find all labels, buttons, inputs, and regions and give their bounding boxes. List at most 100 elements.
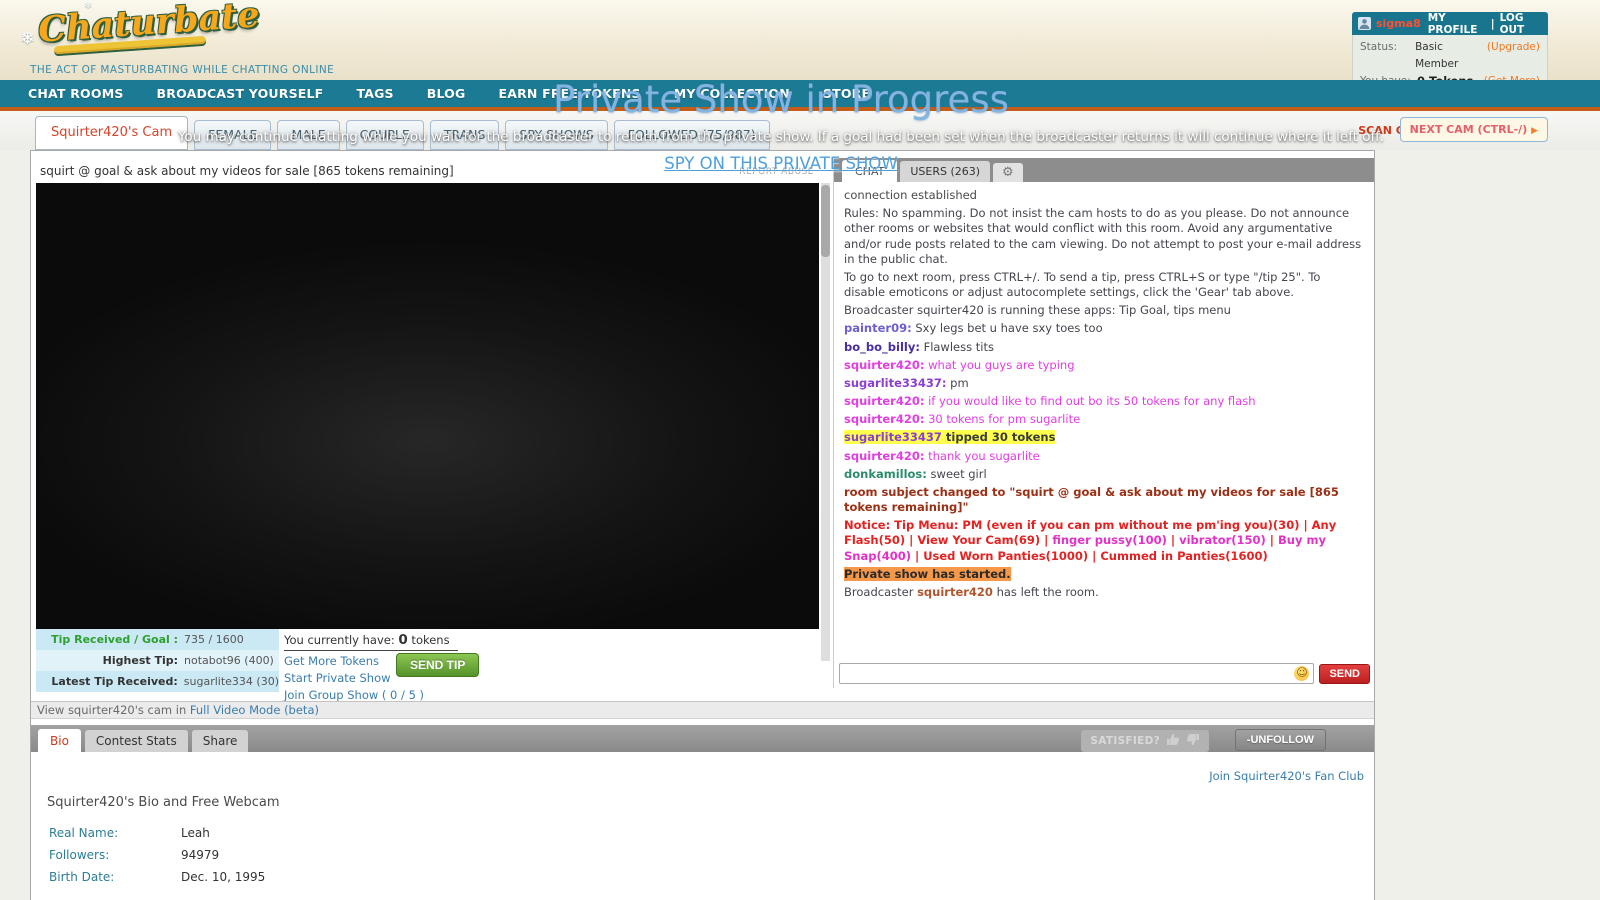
tip-goal-value: 735 / 1600 <box>184 629 244 650</box>
chat-message: Rules: No spamming. Do not insist the ca… <box>844 206 1365 267</box>
chat-input[interactable] <box>840 665 1294 682</box>
chat-message: donkamillos: sweet girl <box>844 467 1365 482</box>
chat-text: Used Worn Panties(1000) <box>923 549 1088 563</box>
chat-username[interactable]: squirter420: <box>844 358 924 372</box>
chat-panel: CHAT USERS (263) ⚙ connection establishe… <box>833 158 1374 688</box>
next-cam-button[interactable]: NEXT CAM (CTRL-/) ▶ <box>1400 117 1548 142</box>
chat-text: room subject changed to "squirt @ goal &… <box>844 485 1339 514</box>
chat-message: bo_bo_billy: Flawless tits <box>844 340 1365 355</box>
nav-tags[interactable]: TAGS <box>356 86 393 101</box>
smiley-icon[interactable]: ☺ <box>1294 666 1309 681</box>
chat-input-row: ☺ SEND <box>835 659 1374 688</box>
tip-stat-row: Latest Tip Received: sugarlite334 (30) <box>36 671 279 692</box>
log-out-link[interactable]: LOG OUT <box>1500 12 1542 36</box>
tip-stats-table: Tip Received / Goal : 735 / 1600 Highest… <box>36 629 279 692</box>
chat-input-wrap: ☺ <box>839 663 1314 684</box>
upgrade-link[interactable]: (Upgrade) <box>1487 39 1540 73</box>
tip-goal-label: Tip Received / Goal : <box>36 629 184 650</box>
nav-broadcast-yourself[interactable]: BROADCAST YOURSELF <box>157 86 324 101</box>
thumbs-down-icon[interactable] <box>1186 733 1200 749</box>
tab-couple[interactable]: COUPLE <box>346 120 424 150</box>
full-video-mode-bar: View squirter420's cam in Full Video Mod… <box>31 701 1374 719</box>
thumbs-up-icon[interactable] <box>1166 733 1180 749</box>
main-nav: CHAT ROOMS BROADCAST YOURSELF TAGS BLOG … <box>0 80 1600 107</box>
highest-tip-value: notabot96 (400) <box>184 650 274 671</box>
chat-text: if you would like to find out bo its 50 … <box>924 394 1255 408</box>
chat-text: | <box>1167 533 1179 547</box>
tab-current-cam[interactable]: Squirter420's Cam <box>35 116 188 150</box>
join-fan-club-link[interactable]: Join Squirter420's Fan Club <box>1209 769 1364 783</box>
chat-message: sugarlite33437: pm <box>844 376 1365 391</box>
status-label: Status: <box>1360 39 1415 73</box>
send-tip-button[interactable]: SEND TIP <box>396 653 479 677</box>
site-tagline: THE ACT OF MASTURBATING WHILE CHATTING O… <box>30 64 334 76</box>
my-profile-link[interactable]: MY PROFILE <box>1428 12 1486 36</box>
tip-stat-row: Tip Received / Goal : 735 / 1600 <box>36 629 279 650</box>
chat-text: To go to next room, press CTRL+/. To sen… <box>844 270 1320 299</box>
tab-share[interactable]: Share <box>192 730 249 752</box>
chat-text: Rules: No spamming. Do not insist the ca… <box>844 206 1361 266</box>
bio-field-birth-date: Birth Date: Dec. 10, 1995 <box>49 869 265 885</box>
chat-text: | <box>911 549 923 563</box>
full-video-mode-link[interactable]: Full Video Mode (beta) <box>190 703 319 717</box>
chaturbate-logo[interactable]: ❄ ❄ ❄ Chaturbate <box>24 2 234 64</box>
tab-spy-shows[interactable]: SPY SHOWS <box>505 120 607 150</box>
satisfied-rating: SATISFIED? <box>1081 730 1209 752</box>
join-group-show-link[interactable]: Join Group Show ( 0 / 5 ) <box>284 688 484 702</box>
chat-username[interactable]: squirter420: <box>844 394 924 408</box>
chat-username[interactable]: sugarlite33437 <box>844 430 942 444</box>
latest-tip-value: sugarlite334 (30) <box>184 671 279 692</box>
chat-text: Broadcaster squirter420 is running these… <box>844 303 1231 317</box>
fullmode-prefix: View squirter420's cam in <box>37 703 190 717</box>
satisfied-label: SATISFIED? <box>1090 735 1160 747</box>
chat-username[interactable]: donkamillos: <box>844 467 927 481</box>
nav-blog[interactable]: BLOG <box>427 86 466 101</box>
chat-message: squirter420: if you would like to find o… <box>844 394 1365 409</box>
bio-heading: Squirter420's Bio and Free Webcam <box>47 795 279 810</box>
chat-username[interactable]: squirter420: <box>844 412 924 426</box>
nav-earn-free-tokens[interactable]: EARN FREE TOKENS <box>498 86 640 101</box>
tab-followed[interactable]: FOLLOWED (75/987) <box>614 120 770 150</box>
status-value: Basic Member <box>1415 39 1487 73</box>
play-arrow-icon: ▶ <box>1531 126 1538 136</box>
chat-message: squirter420: 30 tokens for pm sugarlite <box>844 412 1365 427</box>
chat-username[interactable]: bo_bo_billy: <box>844 340 920 354</box>
latest-tip-label: Latest Tip Received: <box>36 671 184 692</box>
chat-text: what you guys are typing <box>924 358 1074 372</box>
spy-on-private-show-link[interactable]: SPY ON THIS PRIVATE SHOW <box>0 154 1562 173</box>
chat-text: Cummed in Panties(1600) <box>1100 549 1267 563</box>
page: ❄ ❄ ❄ Chaturbate THE ACT OF MASTURBATING… <box>0 0 1600 900</box>
bio-field-followers: Followers: 94979 <box>49 847 219 863</box>
chat-username[interactable]: squirter420: <box>844 449 924 463</box>
chat-text: Broadcaster <box>844 585 917 599</box>
chat-username[interactable]: painter09: <box>844 321 912 335</box>
nav-my-collection[interactable]: MY COLLECTION <box>674 86 790 101</box>
unfollow-button[interactable]: -UNFOLLOW <box>1235 729 1326 751</box>
chat-messages: connection establishedRules: No spamming… <box>835 182 1374 659</box>
chat-scrollbar-thumb[interactable] <box>821 185 830 257</box>
nav-chat-rooms[interactable]: CHAT ROOMS <box>28 86 124 101</box>
tab-male[interactable]: MALE <box>277 120 339 150</box>
chat-send-button[interactable]: SEND <box>1319 664 1370 684</box>
user-box-header: sigma8 MY PROFILE | LOG OUT <box>1352 12 1548 35</box>
chat-username[interactable]: sugarlite33437: <box>844 376 946 390</box>
tab-bio[interactable]: Bio <box>38 729 81 752</box>
chat-text: pm <box>946 376 968 390</box>
chat-text: vibrator(150) <box>1179 533 1266 547</box>
tab-female[interactable]: FEMALE <box>194 120 271 150</box>
nav-store[interactable]: STORE <box>823 86 870 101</box>
highest-tip-label: Highest Tip: <box>36 650 184 671</box>
video-player[interactable] <box>36 183 819 629</box>
chat-text: | <box>1266 533 1278 547</box>
chat-scrollbar[interactable] <box>821 183 830 661</box>
chat-message: Broadcaster squirter420 is running these… <box>844 303 1365 318</box>
tab-contest-stats[interactable]: Contest Stats <box>85 730 188 752</box>
username[interactable]: sigma8 <box>1376 17 1421 30</box>
tip-stat-row: Highest Tip: notabot96 (400) <box>36 650 279 671</box>
chat-username[interactable]: squirter420 <box>917 585 993 599</box>
user-avatar-icon <box>1358 17 1371 30</box>
tab-trans[interactable]: TRANS <box>430 120 500 150</box>
snowflake-icon: ❄ <box>20 28 35 49</box>
chat-message: squirter420: what you guys are typing <box>844 358 1365 373</box>
chat-text: thank you sugarlite <box>924 449 1039 463</box>
